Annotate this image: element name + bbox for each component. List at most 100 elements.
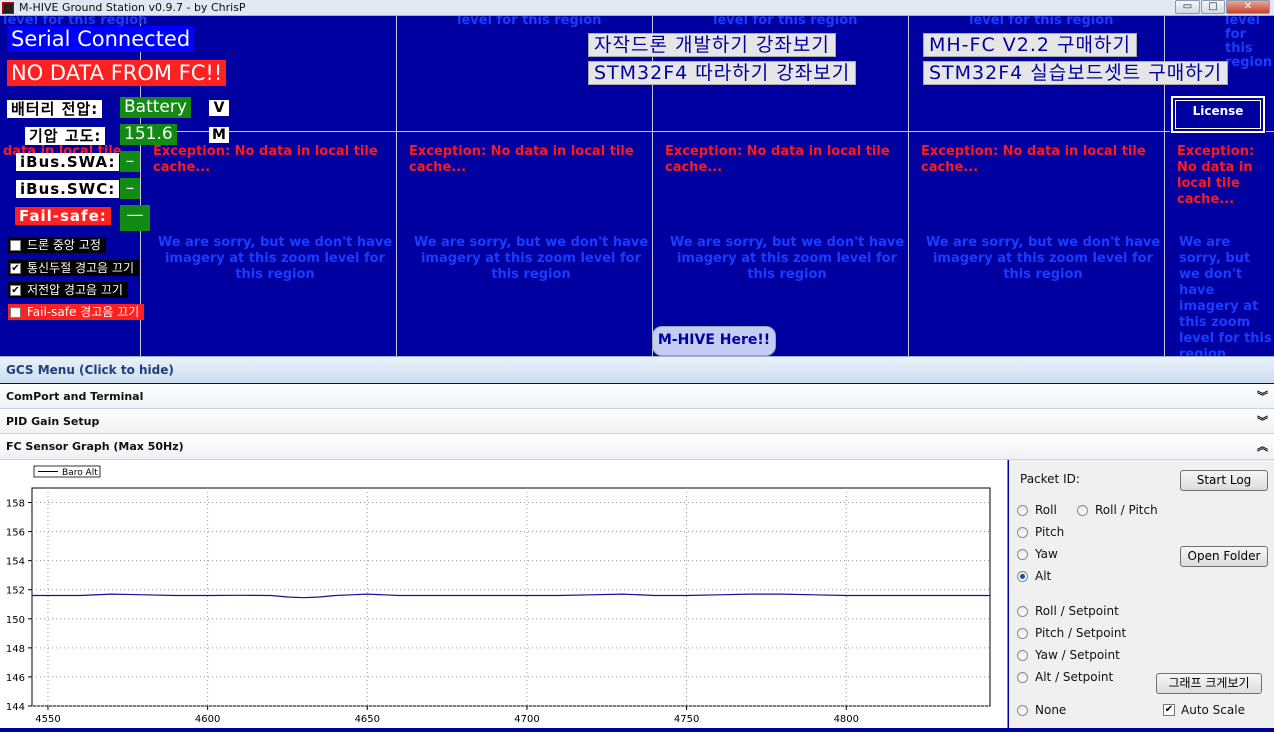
radio-dot[interactable] — [1017, 548, 1028, 560]
tile-exception-text: Exception: No data in local tile cache..… — [409, 144, 634, 175]
map-view[interactable]: level for this region level for this reg… — [0, 16, 1274, 356]
x-tick-label: 4600 — [195, 714, 220, 725]
tile-exception-text: Exception: No data in local tile cache..… — [665, 144, 890, 175]
radio-yaw-setpoint[interactable]: Yaw / Setpoint — [1017, 648, 1120, 662]
checkbox[interactable] — [10, 306, 21, 318]
y-tick-label: 146 — [6, 673, 25, 684]
radio-pitch-setpoint[interactable]: Pitch / Setpoint — [1017, 626, 1126, 640]
drone-marker[interactable]: M-HIVE Here!! — [652, 326, 776, 356]
option-failsafe-mute[interactable]: Fail-safe 경고음 끄기 — [8, 304, 145, 320]
option-comm-loss-mute[interactable]: ✔ 통신두절 경고음 끄기 — [8, 260, 139, 276]
battery-unit: V — [209, 100, 229, 116]
radio-label: Pitch — [1035, 525, 1065, 539]
radio-dot[interactable] — [1017, 671, 1028, 683]
tile-text: level for this region — [457, 16, 602, 28]
sensor-graph[interactable]: 144 146 148 150 152 154 156 158 4550 4600 4650 4700… — [0, 460, 1008, 728]
battery-value: Battery — [120, 97, 191, 118]
tile-no-imagery-text: We are sorry, but we don't have imagery … — [669, 235, 905, 282]
radio-yaw[interactable]: Yaw — [1017, 547, 1058, 561]
radio-dot[interactable] — [1077, 504, 1088, 516]
buy-link-board[interactable]: STM32F4 실습보드셋트 구매하기 — [923, 61, 1229, 85]
tile-border — [908, 16, 909, 356]
radio-dot[interactable] — [1017, 649, 1028, 661]
radio-alt[interactable]: Alt — [1017, 569, 1051, 583]
minimize-button[interactable]: ▭ — [1175, 0, 1200, 14]
maximize-button[interactable]: □ — [1201, 0, 1225, 14]
x-tick-label: 4750 — [674, 714, 699, 725]
tile-no-imagery-text: We are sorry, but we don't have imagery … — [1179, 235, 1272, 356]
altitude-value: 151.6 — [120, 124, 177, 145]
checkbox[interactable]: ✔ — [10, 284, 21, 296]
radio-none[interactable]: None — [1017, 703, 1066, 717]
checkbox[interactable]: ✔ — [1163, 704, 1175, 716]
failsafe-value: — — [120, 205, 150, 231]
start-log-button[interactable]: Start Log — [1180, 470, 1268, 491]
option-label: 저전압 경고음 끄기 — [27, 283, 123, 297]
radio-label: Yaw / Setpoint — [1035, 648, 1120, 662]
graph-canvas[interactable]: 144 146 148 150 152 154 156 158 4550 4600 4650 4700… — [0, 460, 1007, 728]
altitude-unit: M — [209, 127, 229, 143]
radio-dot[interactable] — [1017, 504, 1028, 516]
tile-exception-text: Exception: No data in local tile cache..… — [1177, 144, 1255, 207]
y-tick-label: 154 — [6, 557, 25, 568]
panel-title: PID Gain Setup — [6, 415, 100, 428]
radio-dot[interactable] — [1017, 605, 1028, 617]
packet-id-label: Packet ID: — [1020, 472, 1080, 486]
radio-roll-pitch[interactable]: Roll / Pitch — [1077, 503, 1158, 517]
tile-no-imagery-text: We are sorry, but we don't have imagery … — [413, 235, 649, 282]
radio-label: Pitch / Setpoint — [1035, 626, 1127, 640]
tile-text: level for this region — [713, 16, 858, 28]
panel-sensor-graph[interactable]: FC Sensor Graph (Max 50Hz) ︽ — [0, 434, 1274, 460]
option-label: Fail-safe 경고음 끄기 — [27, 305, 140, 319]
open-folder-button[interactable]: Open Folder — [1180, 546, 1268, 567]
radio-dot[interactable] — [1017, 526, 1028, 538]
radio-label: Roll / Setpoint — [1035, 604, 1119, 618]
y-tick-label: 144 — [6, 702, 25, 713]
radio-roll-setpoint[interactable]: Roll / Setpoint — [1017, 604, 1119, 618]
license-button[interactable]: License — [1170, 95, 1266, 134]
option-label: 통신두절 경고음 끄기 — [27, 261, 134, 275]
x-tick-label: 4700 — [514, 714, 539, 725]
swa-label: iBus.SWA: — [16, 153, 120, 171]
gcs-menu-header[interactable]: GCS Menu (Click to hide) — [0, 356, 1274, 383]
window-title: M-HIVE Ground Station v0.9.7 - by ChrisP — [19, 1, 246, 14]
graph-controls: Packet ID: Start Log Open Folder 그래프 크게보… — [1009, 460, 1274, 728]
swc-value: – — [120, 178, 140, 199]
radio-alt-setpoint[interactable]: Alt / Setpoint — [1017, 670, 1113, 684]
y-tick-label: 148 — [6, 644, 25, 655]
panel-comport[interactable]: ComPort and Terminal ︾ — [0, 384, 1274, 409]
radio-dot[interactable] — [1017, 570, 1028, 582]
tile-no-imagery-text: We are sorry, but we don't have imagery … — [925, 235, 1161, 282]
checkbox[interactable] — [10, 239, 21, 251]
y-tick-label: 150 — [6, 615, 25, 626]
swa-value: – — [120, 151, 140, 172]
y-tick-label: 156 — [6, 528, 25, 539]
course-link-drone[interactable]: 자작드론 개발하기 강좌보기 — [588, 33, 836, 57]
auto-scale-checkbox[interactable]: ✔ Auto Scale — [1163, 703, 1245, 717]
radio-label: Roll — [1035, 503, 1057, 517]
altitude-label: 기압 고도: — [25, 127, 106, 145]
collapse-icon[interactable]: ︽ — [1257, 434, 1268, 459]
option-label: 드론 중앙 고정 — [27, 238, 101, 252]
graph-zoom-button[interactable]: 그래프 크게보기 — [1156, 673, 1262, 694]
x-tick-label: 4800 — [834, 714, 859, 725]
close-button[interactable]: ✕ — [1226, 0, 1270, 14]
auto-scale-label: Auto Scale — [1181, 703, 1245, 717]
tile-exception-text: Exception: No data in local tile cache..… — [153, 144, 378, 175]
expand-icon[interactable]: ︾ — [1257, 409, 1268, 434]
panel-pid-gain[interactable]: PID Gain Setup ︾ — [0, 409, 1274, 434]
course-link-stm32[interactable]: STM32F4 따라하기 강좌보기 — [588, 61, 857, 85]
radio-dot[interactable] — [1017, 704, 1028, 716]
checkbox[interactable]: ✔ — [10, 262, 21, 274]
buy-link-mhfc[interactable]: MH-FC V2.2 구매하기 — [923, 33, 1137, 57]
expand-icon[interactable]: ︾ — [1257, 384, 1268, 409]
option-low-voltage-mute[interactable]: ✔ 저전압 경고음 끄기 — [8, 282, 128, 298]
radio-roll[interactable]: Roll — [1017, 503, 1057, 517]
radio-pitch[interactable]: Pitch — [1017, 525, 1064, 539]
option-center-lock[interactable]: 드론 중앙 고정 — [8, 237, 106, 253]
app-icon — [2, 2, 14, 14]
x-tick-label: 4650 — [355, 714, 380, 725]
radio-dot[interactable] — [1017, 627, 1028, 639]
tile-text: level for this region — [969, 16, 1114, 28]
y-tick-label: 152 — [6, 586, 25, 597]
